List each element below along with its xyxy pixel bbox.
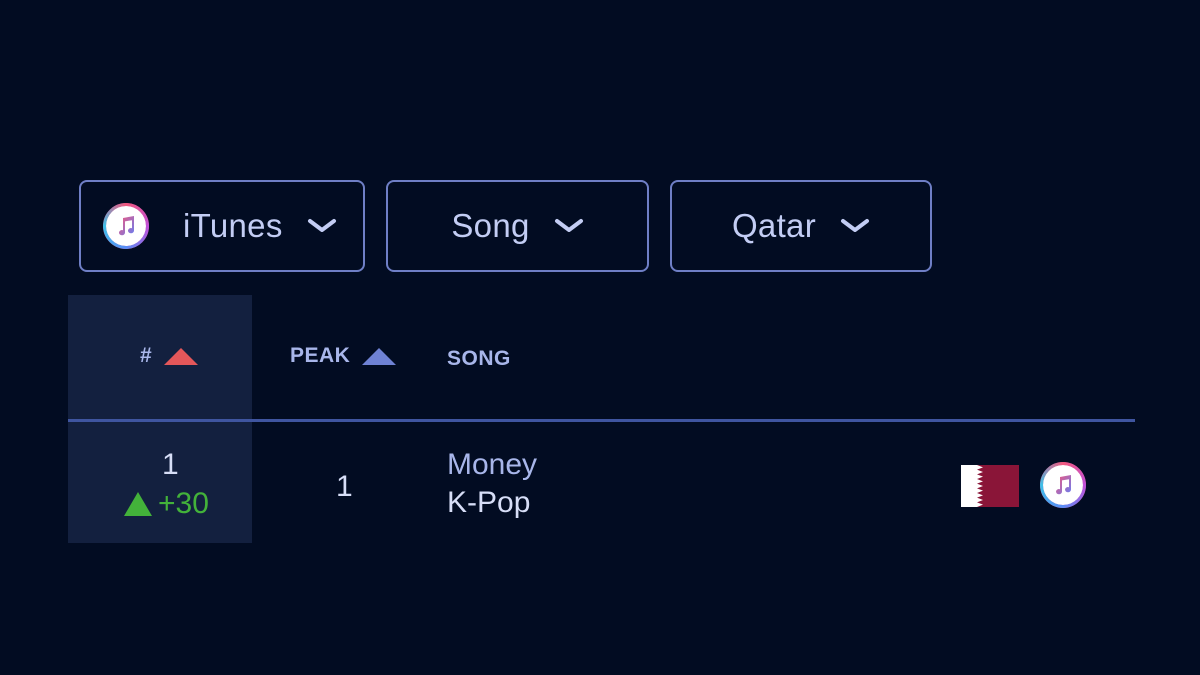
song-genre: K-Pop: [447, 486, 531, 519]
up-arrow-icon: [124, 492, 152, 516]
rank-column-header[interactable]: #: [140, 344, 199, 368]
song-column-header[interactable]: SONG: [447, 347, 511, 371]
qatar-flag-icon: [961, 465, 1019, 507]
itunes-icon[interactable]: [1040, 462, 1086, 508]
rank-change-value: +30: [158, 487, 209, 520]
chevron-down-icon: [554, 219, 583, 232]
type-dropdown[interactable]: Song: [386, 180, 649, 272]
rank-change: +30: [124, 487, 209, 521]
country-dropdown[interactable]: Qatar: [670, 180, 932, 272]
peak-header-label: PEAK: [290, 344, 351, 367]
rank-value: 1: [162, 448, 179, 481]
header-divider: [68, 419, 1135, 422]
country-label: Qatar: [731, 207, 817, 244]
chevron-down-icon: [841, 219, 870, 232]
type-label: Song: [451, 207, 530, 244]
sort-ascending-icon: [362, 347, 397, 365]
song-title[interactable]: Money: [447, 448, 537, 482]
platform-label: iTunes: [183, 207, 283, 244]
peak-column-header[interactable]: PEAK: [290, 344, 397, 368]
platform-dropdown[interactable]: iTunes: [79, 180, 365, 272]
rank-header-label: #: [140, 344, 153, 367]
chevron-down-icon: [307, 219, 336, 232]
song-header-label: SONG: [447, 347, 511, 370]
chart-page: iTunes Song Qatar # PEAK SONG 1 +30 1 Mo…: [0, 0, 1200, 675]
sort-ascending-icon: [164, 347, 199, 365]
itunes-icon: [103, 203, 149, 249]
peak-value: 1: [336, 470, 353, 503]
